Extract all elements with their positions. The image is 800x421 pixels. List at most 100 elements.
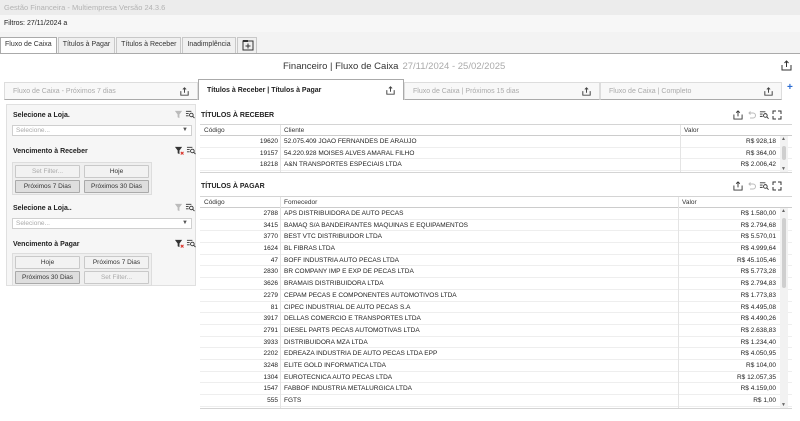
cell-codigo: 3415	[263, 221, 278, 229]
subtab-titulos[interactable]: Títulos à Receber | Títulos à Pagar	[198, 79, 404, 100]
column-header-codigo[interactable]: Código	[204, 199, 225, 206]
table-row[interactable]: 47 BOFF INDUSTRIA AUTO PECAS LTDA R$ 45.10…	[200, 255, 792, 267]
subtab-label: Fluxo de Caixa - Próximos 7 dias	[13, 88, 116, 95]
filter-clear-icon	[174, 239, 184, 248]
scroll-thumb[interactable]	[782, 218, 786, 288]
table-row[interactable]: 3626 BRAMAIS DISTRIBUIDORA LTDA R$ 2.794,8…	[200, 278, 792, 290]
table-row[interactable]: 2830 BR COMPANY IMP E EXP DE PECAS LTDA R$…	[200, 266, 792, 279]
subtab-label: Fluxo de Caixa | Completo	[609, 88, 692, 95]
cell-valor: R$ 1.580,00	[740, 210, 776, 217]
cell-codigo: 3770	[263, 233, 278, 241]
tab-inadimplencia[interactable]: Inadimplência	[182, 37, 236, 53]
table-row[interactable]: 3415 BAMAQ S/A BANDEIRANTES MAQUINAS E EQ…	[200, 220, 792, 232]
filter-clear-icon	[174, 146, 184, 155]
expand-button[interactable]	[772, 110, 782, 120]
search-list-button[interactable]	[185, 203, 195, 212]
table-row[interactable]: 1304 EUROTECNICA AUTO PECAS LTDA R$ 12.057…	[200, 372, 792, 384]
subtab-fluxo-completo[interactable]: Fluxo de Caixa | Completo	[600, 82, 782, 100]
cell-codigo: 3917	[263, 315, 278, 323]
table-row[interactable]: 2202 EDREAZA INDUSTRIA DE AUTO PECAS LTDA…	[200, 348, 792, 360]
table-row[interactable]: 3248 ELITE GOLD INFORMATICA LTDA R$ 104,00	[200, 360, 792, 372]
filter-button[interactable]	[174, 110, 183, 119]
subtab-export-button[interactable]	[386, 86, 395, 95]
search-list-icon	[759, 182, 769, 190]
table-row[interactable]: 555 FGTS R$ 1,00	[200, 395, 792, 407]
column-header-valor[interactable]: Valor	[684, 127, 699, 134]
scroll-up-icon[interactable]: ▲	[781, 136, 786, 142]
column-header-codigo[interactable]: Código	[204, 127, 225, 134]
subtab-export-button[interactable]	[180, 87, 189, 96]
pagar-scrollbar[interactable]: ▲ ▼	[780, 208, 788, 408]
venc-receber-tools	[174, 146, 196, 155]
search-list-button[interactable]	[186, 146, 196, 155]
scroll-thumb[interactable]	[782, 146, 786, 160]
search-list-button[interactable]	[759, 181, 769, 191]
cell-codigo: 3626	[263, 280, 278, 288]
column-header-valor[interactable]: Valor	[682, 199, 697, 206]
scroll-down-icon[interactable]: ▼	[781, 402, 786, 408]
search-list-button[interactable]	[185, 110, 195, 119]
filter-button[interactable]	[174, 203, 183, 212]
proximos-30-dias-button[interactable]: Próximos 30 Dias	[84, 180, 149, 193]
subtab-fluxo-15-dias[interactable]: Fluxo de Caixa | Próximos 15 dias	[404, 82, 600, 100]
export-button[interactable]	[733, 110, 743, 120]
table-row[interactable]: 1547 FABBOF INDUSTRIA METALURGICA LTDA R$ …	[200, 383, 792, 395]
subtab-export-button[interactable]	[764, 87, 773, 96]
table-row[interactable]: 19157 54.220.928 MOISES ALVES AMARAL FILH…	[200, 148, 792, 160]
receber-scrollbar[interactable]: ▲ ▼	[780, 136, 788, 172]
scroll-up-icon[interactable]: ▲	[781, 208, 786, 214]
table-row[interactable]: 18218 A&N TRANSPORTES ESPECIAIS LTDA R$ 2.…	[200, 159, 792, 172]
scroll-down-icon[interactable]: ▼	[781, 166, 786, 172]
clear-filter-button[interactable]	[174, 146, 184, 155]
search-list-icon	[185, 110, 195, 119]
table-row[interactable]: 81 CIPEC INDUSTRIAL DE AUTO PECAS S.A R$ 4…	[200, 302, 792, 314]
proximos-7-dias-button[interactable]: Próximos 7 Dias	[84, 256, 149, 269]
column-header-fornecedor[interactable]: Fornecedor	[284, 199, 317, 206]
expand-button[interactable]	[772, 181, 782, 191]
table-row[interactable]: 2788 APS DISTRIBUIDORA DE AUTO PECAS R$ 1.…	[200, 208, 792, 220]
export-button[interactable]	[733, 181, 743, 191]
cell-valor: R$ 1.773,83	[740, 291, 776, 299]
proximos-30-dias-button[interactable]: Próximos 30 Dias	[15, 271, 80, 284]
pagar-toolbar	[733, 181, 782, 191]
proximos-7-dias-button[interactable]: Próximos 7 Dias	[15, 180, 80, 193]
search-list-icon	[186, 146, 196, 155]
store-pagar-select[interactable]: Selecione... ▼	[12, 218, 192, 229]
tab-titulos-a-pagar[interactable]: Títulos à Pagar	[57, 37, 116, 53]
search-list-button[interactable]	[759, 110, 769, 120]
cell-codigo: 3248	[263, 361, 278, 369]
add-subtab-button[interactable]: +	[787, 82, 793, 93]
undo-button[interactable]	[746, 110, 756, 120]
table-row[interactable]: 3917 DELLAS COMERCIO E TRANSPORTES LTDA R$…	[200, 313, 792, 325]
cell-codigo: 2830	[263, 268, 278, 276]
undo-button[interactable]	[746, 181, 756, 191]
table-row[interactable]: 3933 DISTRIBUIDORA MZA LTDA R$ 1.234,40	[200, 337, 792, 349]
cell-valor: R$ 928,18	[746, 138, 776, 145]
add-tab-button[interactable]	[236, 37, 257, 53]
subtab-fluxo-7-dias[interactable]: Fluxo de Caixa - Próximos 7 dias	[4, 82, 198, 100]
search-list-button[interactable]	[186, 239, 196, 248]
set-filter-button[interactable]: Set Filter...	[84, 271, 149, 284]
subtab-export-button[interactable]	[582, 87, 591, 96]
clear-filter-button[interactable]	[174, 239, 184, 248]
cell-codigo: 18218	[259, 161, 278, 169]
cell-valor: R$ 2.794,83	[740, 280, 776, 288]
dashboard-export-button[interactable]	[781, 60, 792, 71]
table-row[interactable]: 1624 BL FIBRAS LTDA R$ 4.999,64	[200, 243, 792, 255]
table-row[interactable]: 19620 52.075.409 JOAO FERNANDES DE ARAUJO…	[200, 136, 792, 148]
column-header-cliente[interactable]: Cliente	[284, 127, 304, 134]
store-receber-select[interactable]: Selecione... ▼	[12, 125, 192, 136]
table-row[interactable]: 2791 DIESEL PARTS PECAS AUTOMOTIVAS LTDA R…	[200, 325, 792, 337]
cell-valor: R$ 4.999,64	[740, 245, 776, 253]
hoje-button[interactable]: Hoje	[84, 165, 149, 178]
cell-valor: R$ 4.159,00	[740, 385, 776, 393]
export-icon	[733, 181, 743, 191]
set-filter-button[interactable]: Set Filter...	[15, 165, 80, 178]
cell-valor: R$ 2.006,42	[740, 161, 776, 169]
tab-titulos-a-receber[interactable]: Títulos à Receber	[116, 37, 182, 53]
tab-fluxo-de-caixa[interactable]: Fluxo de Caixa	[0, 37, 57, 53]
cell-codigo: 2788	[263, 210, 278, 217]
hoje-button[interactable]: Hoje	[15, 256, 80, 269]
table-row[interactable]: 3770 BEST VTC DISTRIBUIDOR LTDA R$ 5.570,0…	[200, 231, 792, 244]
table-row[interactable]: 2279 CEPAM PECAS E COMPONENTES AUTOMOTIVO…	[200, 290, 792, 302]
